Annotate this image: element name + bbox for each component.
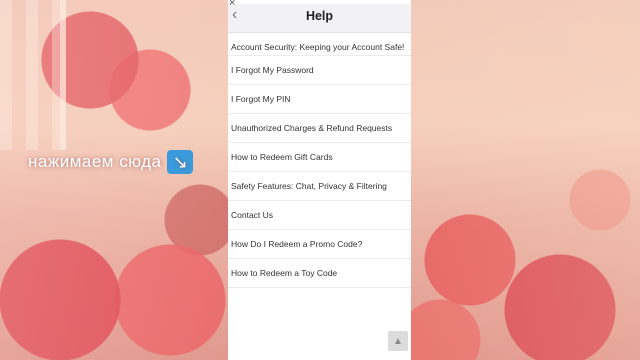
help-item-label: I Forgot My PIN [231, 94, 291, 104]
help-panel: ‹ Help Account Security: Keeping your Ac… [228, 0, 411, 360]
help-list: Account Security: Keeping your Account S… [228, 32, 411, 288]
help-item-label: I Forgot My Password [231, 65, 314, 75]
help-item-redeem-toy-code[interactable]: How to Redeem a Toy Code [228, 259, 411, 288]
help-item-label: Account Security: Keeping your Account S… [231, 42, 405, 52]
help-item-label: Contact Us [231, 210, 274, 220]
help-item-label: Unauthorized Charges & Refund Requests [231, 123, 393, 133]
help-item-unauthorized-charges[interactable]: Unauthorized Charges & Refund Requests [228, 114, 411, 143]
help-item-label: How to Redeem Gift Cards [231, 152, 333, 162]
help-item-label: How to Redeem a Toy Code [231, 268, 338, 278]
close-icon[interactable]: × [229, 0, 235, 9]
caption-text: нажимаем сюда [28, 152, 162, 171]
help-header: ‹ Help [228, 4, 411, 33]
help-item-contact-us[interactable]: Contact Us [228, 201, 411, 230]
help-item-label: How Do I Redeem a Promo Code? [231, 239, 363, 249]
overlay-caption: нажимаем сюда ↘ [28, 150, 194, 174]
page-title: Help [305, 9, 334, 23]
help-item-redeem-gift-cards[interactable]: How to Redeem Gift Cards [228, 143, 411, 172]
help-item-redeem-promo-code[interactable]: How Do I Redeem a Promo Code? [228, 230, 411, 259]
scroll-to-top-button[interactable]: ▲ [388, 331, 408, 351]
scroll-to-top-icon: ▲ [393, 335, 403, 347]
help-item-label: Safety Features: Chat, Privacy & Filteri… [231, 181, 387, 191]
help-item-account-security[interactable]: Account Security: Keeping your Account S… [228, 32, 411, 56]
help-item-forgot-pin[interactable]: I Forgot My PIN [228, 85, 411, 114]
background-window [0, 0, 66, 150]
help-item-forgot-password[interactable]: I Forgot My Password [228, 56, 411, 85]
arrow-down-right-icon: ↘ [167, 150, 194, 174]
help-item-safety-features[interactable]: Safety Features: Chat, Privacy & Filteri… [228, 172, 411, 201]
